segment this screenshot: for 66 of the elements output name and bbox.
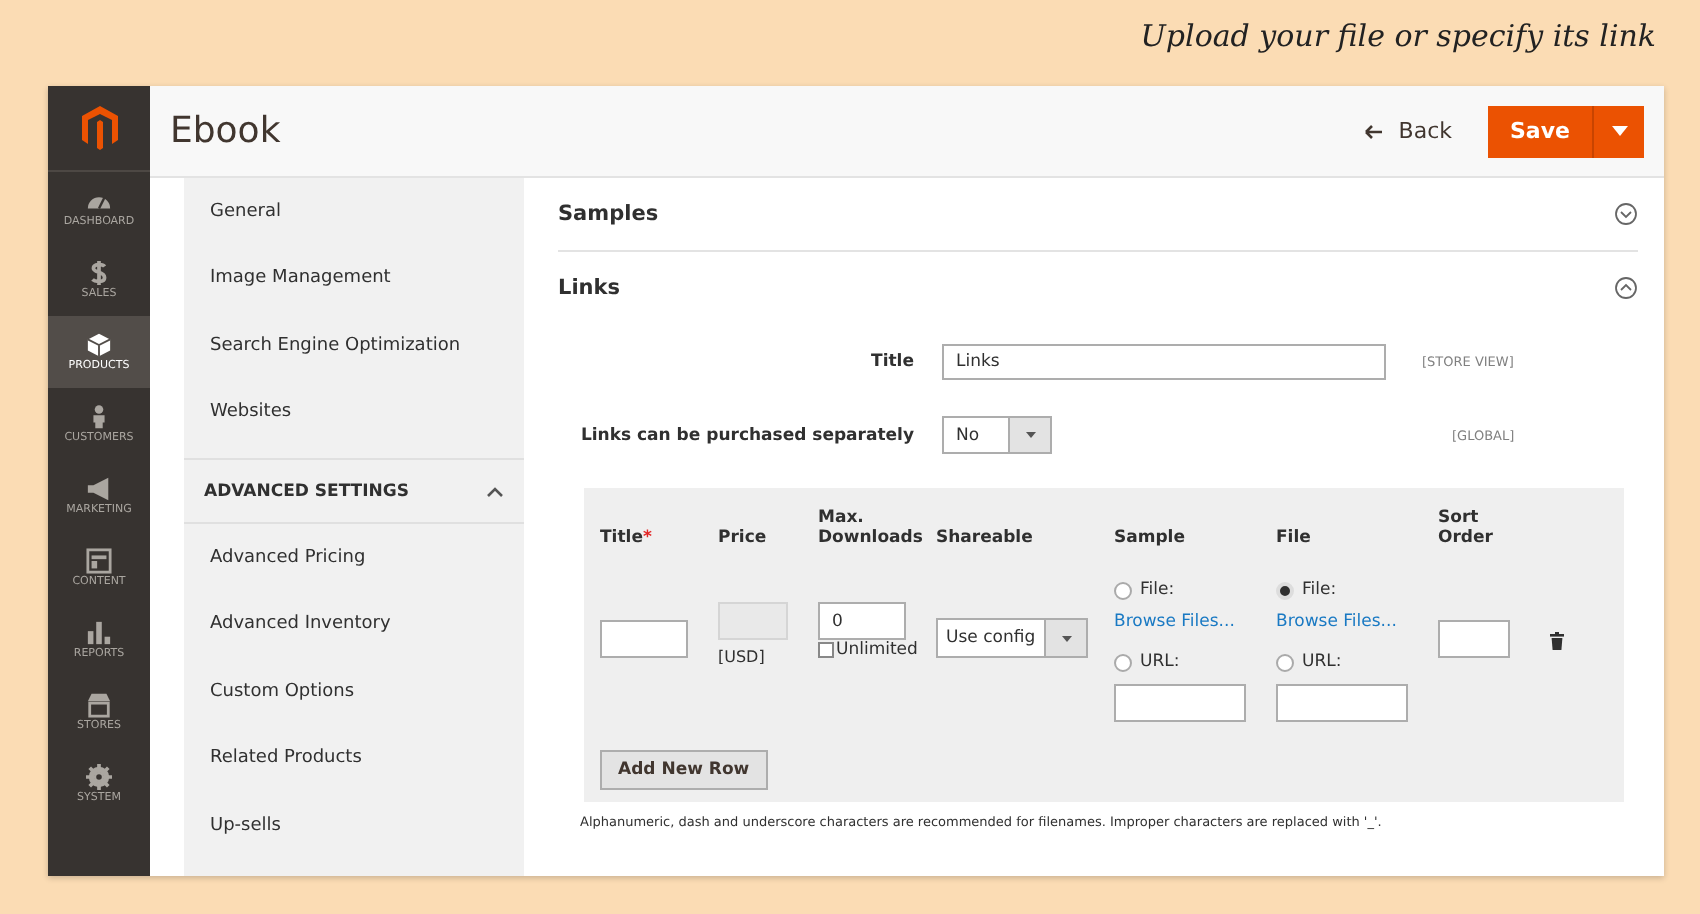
shareable-dropdown[interactable]: Use config [936, 618, 1088, 658]
title-input[interactable] [600, 620, 688, 658]
dollar-icon [86, 260, 112, 286]
title-field[interactable]: Links [942, 343, 1386, 379]
sidebar-item[interactable]: Search Engine Optimization [184, 312, 524, 379]
sidebar-item[interactable]: Related Products [184, 725, 524, 792]
section-header[interactable]: Samples [558, 178, 1638, 252]
back-label: Back [1398, 118, 1452, 144]
column-header: Max. Downloads [818, 508, 923, 548]
bar-chart-icon [86, 620, 112, 646]
delete-icon [1550, 632, 1564, 650]
box-icon [86, 332, 112, 358]
currency-label: [USD] [718, 648, 767, 666]
expand-icon [1614, 202, 1638, 226]
chevron-up-icon [486, 485, 504, 497]
radio-label: File: [1140, 580, 1175, 600]
arrow-left-icon [1364, 123, 1383, 139]
checkbox-label: Unlimited [836, 640, 918, 660]
page-title: Ebook [170, 110, 283, 152]
url-input[interactable] [1276, 683, 1408, 721]
field-label: Links can be purchased separately [578, 425, 916, 445]
caret-down-icon [1061, 635, 1071, 641]
browse-files-link[interactable]: Browse Files... [1114, 604, 1235, 640]
radio-label: URL: [1140, 652, 1180, 672]
radio-button[interactable] [1276, 653, 1294, 671]
checkbox[interactable] [818, 642, 834, 658]
sidebar-item[interactable]: Websites [184, 379, 524, 446]
section-title: ADVANCED SETTINGS [204, 481, 409, 501]
caption: Upload your file or specify its link [1140, 17, 1656, 53]
collapse-icon [1614, 276, 1638, 300]
field-label: Title [869, 351, 916, 371]
storefront-icon [86, 692, 112, 718]
column-header: Sort Order [1438, 508, 1493, 548]
sidebar-item[interactable]: Up-sells [184, 792, 524, 859]
max-downloads-input[interactable]: 0 [818, 602, 906, 640]
column-header: Sample [1114, 528, 1185, 548]
sidebar-item[interactable]: Advanced Pricing [184, 524, 524, 591]
layout-icon [86, 548, 112, 574]
radio-label: File: [1302, 580, 1337, 600]
browse-files-link[interactable]: Browse Files... [1276, 604, 1397, 640]
sort-order-input[interactable] [1438, 620, 1510, 658]
column-header: File [1276, 528, 1311, 548]
caret-down-icon [1025, 432, 1035, 438]
radio-button[interactable] [1114, 653, 1132, 671]
radio-label: URL: [1302, 652, 1342, 672]
sidebar-item[interactable]: Image Management [184, 245, 524, 312]
section-title: Links [558, 276, 620, 300]
back-button[interactable]: Back [1364, 118, 1452, 144]
sidebar-item[interactable]: Advanced Inventory [184, 591, 524, 658]
section-header[interactable]: Links [558, 252, 1638, 324]
column-header: Price [718, 528, 767, 548]
add-new-row-button[interactable]: Add New Row [600, 749, 768, 789]
url-input[interactable] [1114, 683, 1246, 721]
caret-down-icon [1611, 126, 1627, 136]
settings-icon [86, 764, 112, 790]
radio-button[interactable] [1114, 581, 1132, 599]
logo-icon [79, 104, 119, 152]
required-mark: * [642, 528, 652, 548]
sidebar-item[interactable]: General [184, 178, 524, 245]
dropdown[interactable]: No [942, 416, 1052, 454]
column-header: Shareable [936, 528, 1033, 548]
sidebar-item[interactable]: Custom Options [184, 658, 524, 725]
section-header[interactable]: ADVANCED SETTINGS [184, 458, 524, 524]
column-header: Title [600, 528, 643, 548]
section-title: Samples [558, 202, 659, 226]
megaphone-icon [86, 476, 112, 502]
